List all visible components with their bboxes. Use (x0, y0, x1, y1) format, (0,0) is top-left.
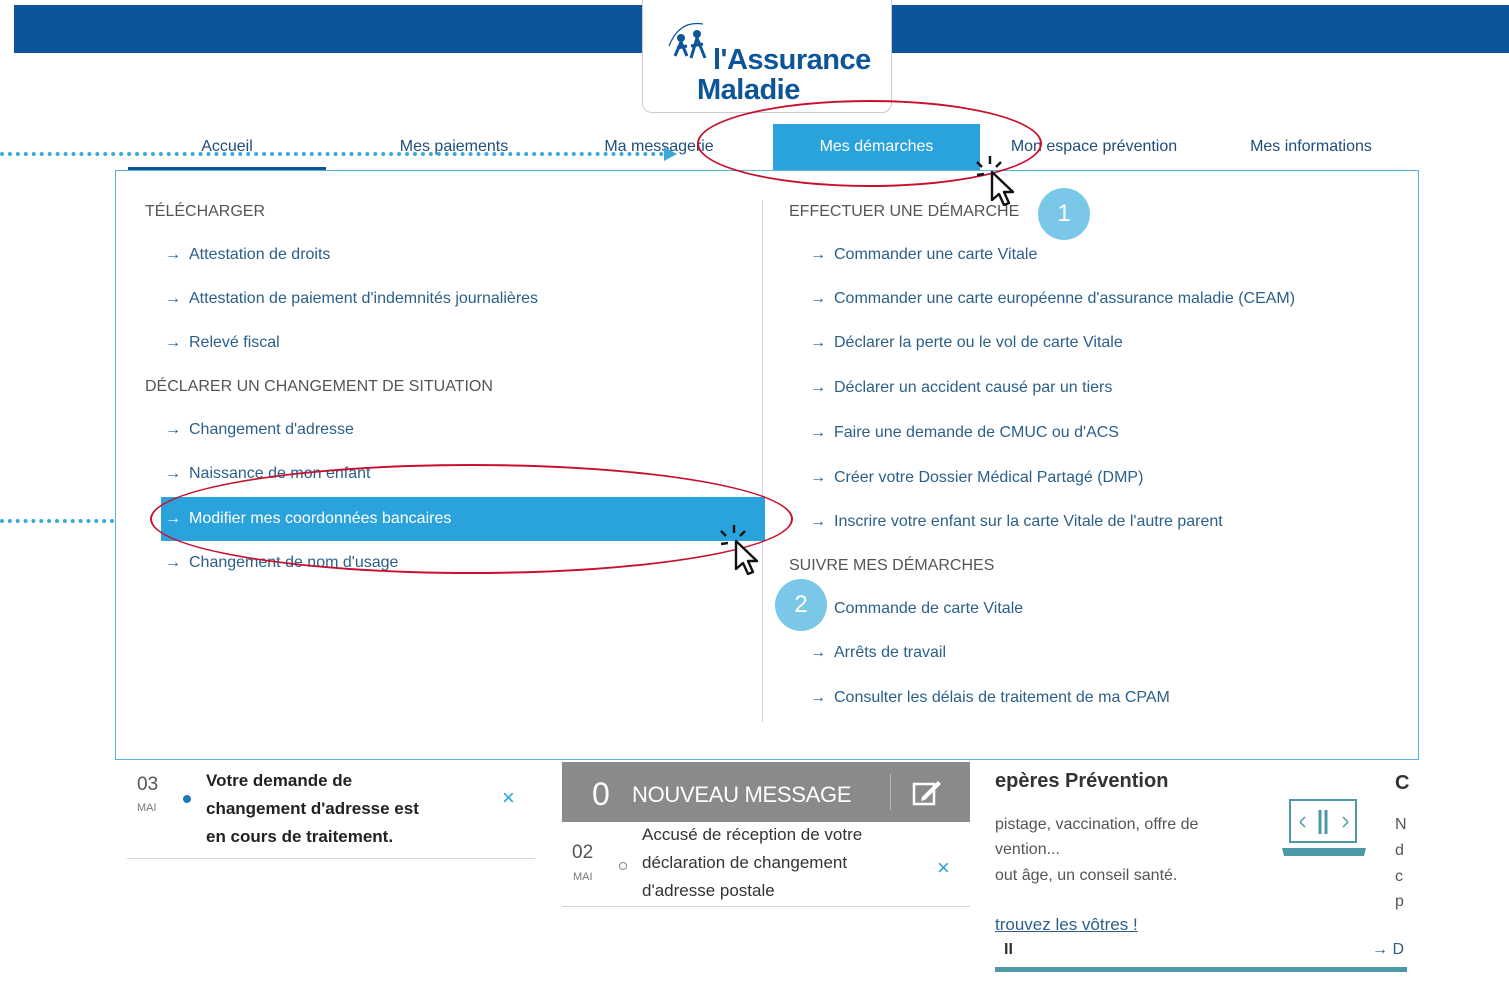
link-modifier-coordonnees-bancaires[interactable]: → Modifier mes coordonnées bancaires (161, 497, 765, 541)
message-day: 02 (572, 842, 594, 863)
link-inscrire-enfant-carte-vitale[interactable]: → Inscrire votre enfant sur la carte Vita… (810, 500, 1223, 544)
message-month: MAI (573, 871, 593, 883)
link-declarer-accident-tiers[interactable]: → Déclarer un accident causé par un tiers (810, 366, 1112, 410)
notification-close-icon[interactable]: × (502, 785, 515, 811)
unread-dot-icon (183, 795, 191, 803)
arrow-right-icon: → (810, 424, 826, 441)
assurance-maladie-logo[interactable]: l'Assurance Maladie (642, 0, 892, 113)
section-suivre-demarches: SUIVRE MES DÉMARCHES (789, 557, 995, 574)
message-count: 0 (592, 776, 610, 812)
step-badge-2: 2 (775, 579, 827, 631)
notification-divider (127, 858, 535, 859)
link-creer-dmp[interactable]: → Créer votre Dossier Médical Partagé (DM… (810, 456, 1143, 500)
message-divider (562, 906, 970, 907)
carousel-pause-button[interactable]: II (1004, 941, 1013, 959)
arrow-right-icon: → (810, 513, 826, 530)
notification-text-line3: en cours de traitement. (206, 827, 394, 846)
link-arrets-travail[interactable]: → Arrêts de travail (810, 631, 946, 675)
messages-header: 0 NOUVEAU MESSAGE (562, 762, 970, 822)
nav-tab-mes-paiements[interactable]: Mes paiements (336, 124, 572, 170)
message-close-icon[interactable]: × (937, 855, 950, 881)
notification-text-line1: Votre demande de (206, 771, 353, 790)
link-releve-fiscal[interactable]: → Relevé fiscal (165, 321, 280, 365)
prevention-more-link[interactable]: → D (1372, 941, 1404, 959)
nav-tab-ma-messagerie[interactable]: Ma messagerie (576, 124, 742, 170)
arrow-right-icon: → (810, 689, 826, 706)
clipped-card-title: C (1395, 772, 1410, 794)
link-attestation-droits[interactable]: → Attestation de droits (165, 233, 330, 277)
header-separator (890, 774, 891, 810)
link-delais-traitement-cpam[interactable]: → Consulter les délais de traitement de m… (810, 676, 1170, 720)
arrow-right-icon: → (810, 290, 826, 307)
arrow-right-icon: → (810, 379, 826, 396)
clipped-card-text: c (1395, 868, 1403, 885)
message-text-line2[interactable]: déclaration de changement (642, 849, 847, 877)
arrow-right-icon: → (810, 246, 826, 263)
arrow-right-icon: → (165, 510, 181, 527)
link-demande-cmuc-acs[interactable]: → Faire une demande de CMUC ou d'ACS (810, 411, 1119, 455)
nav-tab-mes-demarches[interactable]: Mes démarches (773, 124, 980, 170)
link-commande-carte-vitale[interactable]: →Commande de carte Vitale (810, 587, 1023, 631)
prevention-card-bottom-bar (995, 967, 1407, 972)
section-changement-situation: DÉCLARER UN CHANGEMENT DE SITUATION (145, 378, 493, 395)
prevention-text-line3: out âge, un conseil santé. (995, 867, 1178, 884)
nav-tab-accueil[interactable]: Accueil (128, 124, 326, 170)
arrow-right-icon: → (810, 644, 826, 661)
link-naissance-enfant[interactable]: → Naissance de mon enfant (165, 452, 370, 496)
link-commander-carte-vitale[interactable]: → Commander une carte Vitale (810, 233, 1037, 277)
notification-day: 03 (137, 774, 159, 795)
securite-sociale-emblem-icon (668, 22, 707, 59)
click-cursor-icon (976, 156, 1015, 206)
link-commander-ceam[interactable]: → Commander une carte européenne d'assura… (810, 277, 1295, 321)
compose-message-icon[interactable] (912, 778, 942, 806)
prevention-title: epères Prévention (995, 770, 1169, 792)
nav-tab-mes-informations[interactable]: Mes informations (1212, 124, 1410, 170)
section-telecharger: TÉLÉCHARGER (145, 203, 266, 220)
step-badge-1: 1 (1038, 188, 1090, 240)
arrow-right-icon: → (810, 469, 826, 486)
message-text-line3[interactable]: d'adresse postale (642, 877, 775, 905)
arrow-right-icon: → (165, 465, 181, 482)
message-text-line1[interactable]: Accusé de réception de votre (642, 821, 862, 849)
link-changement-nom-usage[interactable]: → Changement de nom d'usage (165, 541, 398, 585)
message-label: NOUVEAU MESSAGE (632, 782, 852, 807)
arrow-right-icon: → (165, 246, 181, 263)
laptop-meal-icon (1282, 799, 1366, 856)
notification-month: MAI (137, 802, 157, 814)
annotation-dotted-line-1 (0, 152, 664, 156)
annotation-arrowhead-1-icon (664, 147, 677, 161)
clipped-card-text: d (1395, 842, 1404, 859)
clipped-card-text: p (1395, 893, 1404, 910)
click-cursor-icon (720, 525, 759, 575)
prevention-link[interactable]: trouvez les vôtres ! (995, 915, 1138, 935)
logo-text-maladie: Maladie (697, 74, 800, 106)
annotation-dotted-line-2 (0, 519, 122, 523)
link-declarer-perte-vol[interactable]: → Déclarer la perte ou le vol de carte Vi… (810, 321, 1123, 365)
notification-text-line2: changement d'adresse est (206, 799, 419, 818)
arrow-right-icon: → (165, 421, 181, 438)
read-dot-icon (619, 862, 627, 870)
dropdown-column-divider (762, 200, 763, 722)
arrow-right-icon: → (165, 334, 181, 351)
prevention-text-line2: vention... (995, 841, 1060, 858)
logo-text-assurance: l'Assurance (713, 44, 871, 76)
clipped-card-text: N (1395, 816, 1407, 833)
prevention-text-line1: pistage, vaccination, offre de (995, 816, 1199, 833)
arrow-right-icon: → (810, 334, 826, 351)
arrow-right-icon: → (165, 554, 181, 571)
link-attestation-ij[interactable]: → Attestation de paiement d'indemnités jo… (165, 277, 538, 321)
link-changement-adresse[interactable]: → Changement d'adresse (165, 408, 354, 452)
arrow-right-icon: → (165, 290, 181, 307)
